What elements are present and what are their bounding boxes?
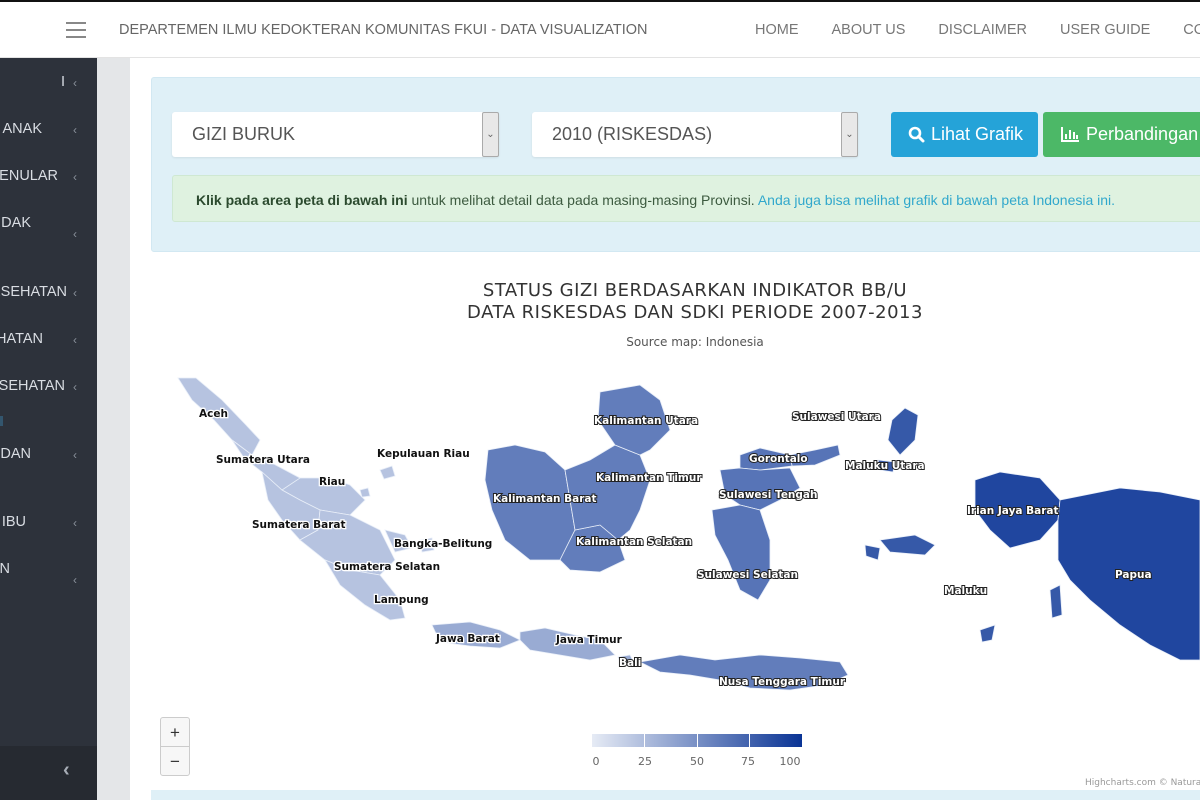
chevron-left-icon: ‹ [73,76,77,90]
province-label: Irian Jaya Barat [967,505,1059,517]
chevron-left-icon: ‹ [73,573,77,587]
map-subtitle: Source map: Indonesia [626,335,764,349]
province-label: Lampung [374,594,429,606]
compare-label: Perbandingan [1086,124,1199,144]
chevron-down-icon: ⌄ [841,112,858,157]
sidebar-collapse-button[interactable]: ‹ [0,746,97,800]
lower-panel [151,790,1200,800]
sidebar: I ‹ ANAK ‹ MENULAR ‹ IDAK ‹ ESEHATAN ‹ HATAN ‹… [0,58,97,800]
nav-home[interactable]: HOME [755,22,799,38]
map-title-line2: DATA RISKESDAS DAN SDKI PERIODE 2007-201… [467,302,923,323]
filter-panel [151,77,1200,252]
province-label: Kalimantan Barat [493,493,597,505]
legend-divider [644,734,645,747]
legend-tick-label: 100 [779,755,801,768]
province-label: Nusa Tenggara Timur [719,676,846,688]
map-credits[interactable]: Highcharts.com © Natura [1085,778,1200,788]
hamburger-menu-icon[interactable] [66,22,86,38]
view-chart-label: Lihat Grafik [931,124,1024,144]
view-chart-button[interactable]: Lihat Grafik [891,112,1038,157]
nav-user-guide[interactable]: USER GUIDE [1060,22,1150,38]
year-select-value: 2010 (RISKESDAS) [552,124,713,144]
province-label: Sulawesi Selatan [697,569,798,581]
province-label: Papua [1115,569,1152,581]
province-label: Maluku Utara [845,460,925,472]
indonesia-choropleth-map[interactable]: Aceh Sumatera Utara Riau Kepulauan Riau Suma… [150,355,1200,705]
brand-title: DEPARTEMEN ILMU KEDOKTERAN KOMUNITAS FKU… [119,22,648,38]
alert-info-text: Anda juga bisa melihat grafik di bawah p… [757,192,1116,208]
province-label: Riau [319,476,345,488]
sidebar-item-label: ESEHATAN [0,284,67,300]
chevron-left-icon: ‹ [73,448,77,462]
sidebar-active-indicator [0,416,3,426]
instruction-alert: Klik pada area peta di bawah ini untuk m… [172,175,1200,222]
nav-disclaimer[interactable]: DISCLAIMER [938,22,1027,38]
province-label: Bangka-Belitung [394,538,492,550]
province-label: Kalimantan Selatan [576,536,692,548]
province-label: Sumatera Barat [252,519,346,531]
chevron-left-icon: ‹ [73,380,77,394]
province-label: Sumatera Utara [216,454,310,466]
map-title-line1: STATUS GIZI BERDASARKAN INDIKATOR BB/U [482,280,908,301]
alert-bold-text: Klik pada area peta di bawah ini [196,192,408,208]
sidebar-item-label: ESEHATAN [0,378,65,394]
year-select[interactable]: 2010 (RISKESDAS) ⌄ [532,112,858,157]
chevron-left-icon: ‹ [73,170,77,184]
sidebar-item-label: DAN [0,446,31,462]
alert-text: untuk melihat detail data pada masing-ma… [407,192,758,208]
map-zoom-controls: + − [160,717,190,776]
content-gutter [97,58,130,800]
indicator-select-value: GIZI BURUK [192,124,296,144]
main-nav: HOME ABOUT US DISCLAIMER USER GUIDE CONT… [755,22,1200,38]
province-label: Kalimantan Utara [594,415,698,427]
compare-button[interactable]: Perbandingan [1043,112,1200,157]
sidebar-item-label: I [60,74,65,90]
province-label: Jawa Barat [435,633,500,645]
province-label: Sumatera Selatan [334,561,440,573]
province-sulawesi-selatan[interactable] [711,504,771,601]
sidebar-item-label: N [0,561,10,577]
sidebar-item-label: IDAK [0,215,31,231]
legend-tick-label: 25 [638,755,652,768]
chevron-left-icon: ‹ [73,286,77,300]
bar-chart-icon [1061,127,1079,142]
chevron-left-icon: ‹ [73,123,77,137]
sidebar-item-label: IBU [1,514,26,530]
chevron-left-icon: ‹ [63,759,70,781]
chevron-left-icon: ‹ [73,227,77,241]
legend-tick-label: 50 [690,755,704,768]
province-label: Kepulauan Riau [377,448,470,460]
legend-tick-label: 75 [741,755,755,768]
top-navbar: DEPARTEMEN ILMU KEDOKTERAN KOMUNITAS FKU… [0,2,1200,58]
province-label: Sulawesi Utara [792,411,881,423]
sidebar-item-label: HATAN [0,331,43,347]
indicator-select[interactable]: GIZI BURUK ⌄ [172,112,499,157]
province-label: Bali [619,657,641,669]
chevron-down-icon: ⌄ [482,112,499,157]
nav-contact[interactable]: CONTA [1183,22,1200,38]
legend-divider [749,734,750,747]
nav-about-us[interactable]: ABOUT US [832,22,906,38]
legend-divider [697,734,698,747]
sidebar-item-label: MENULAR [0,168,58,184]
color-axis-legend [592,734,802,747]
province-kepulauan-riau[interactable] [359,465,396,498]
legend-tick-label: 0 [592,755,600,768]
province-label: Sulawesi Tengah [719,489,818,501]
chevron-left-icon: ‹ [73,516,77,530]
province-label: Kalimantan Timur [596,472,702,484]
zoom-in-button[interactable]: + [161,718,189,747]
zoom-out-button[interactable]: − [161,747,189,776]
province-label: Jawa Timur [555,634,623,646]
province-label: Maluku [944,585,987,597]
province-label: Gorontalo [749,453,808,465]
sidebar-item-label: ANAK [2,121,43,137]
chevron-left-icon: ‹ [73,333,77,347]
province-label: Aceh [199,408,228,420]
search-icon [908,126,925,143]
